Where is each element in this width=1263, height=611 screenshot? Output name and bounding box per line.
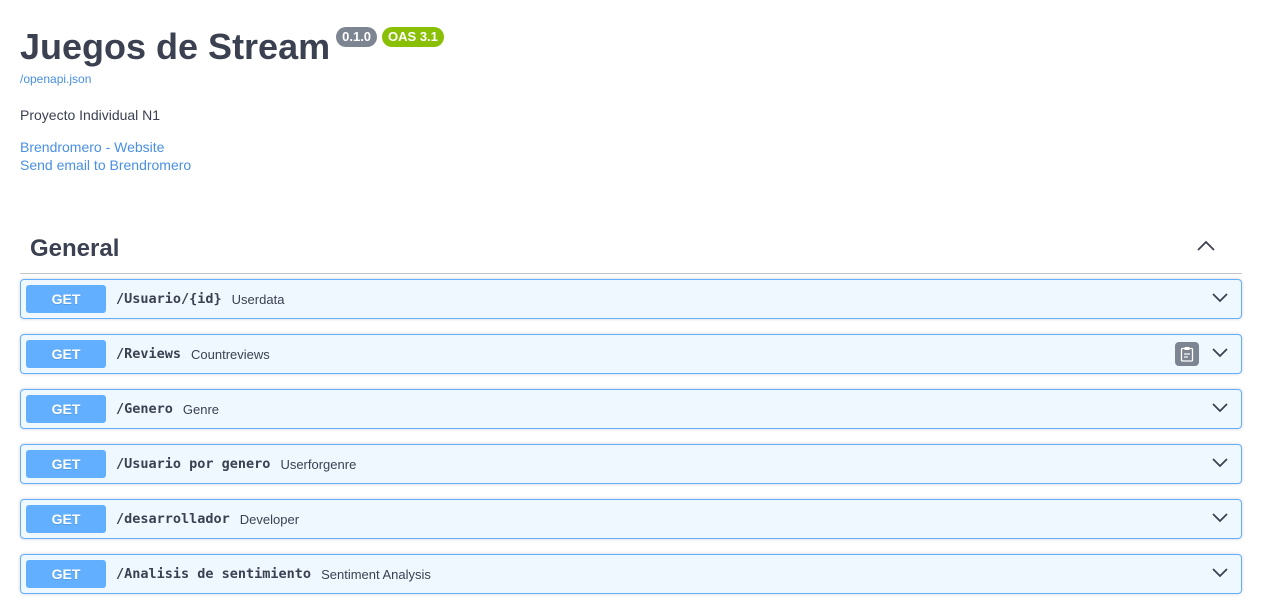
swagger-ui-page: Juegos de Stream 0.1.0 OAS 3.1 /openapi.… <box>0 0 1263 611</box>
api-title: Juegos de Stream <box>20 26 331 67</box>
method-badge: GET <box>26 285 106 313</box>
copy-to-clipboard-button[interactable] <box>1175 342 1199 366</box>
chevron-down-icon[interactable] <box>1211 290 1229 304</box>
operation-path: /Genero <box>116 401 173 417</box>
operation-summary: Developer <box>239 511 300 527</box>
version-badge: 0.1.0 <box>336 27 378 47</box>
method-badge: GET <box>26 340 106 368</box>
operation-get-genero[interactable]: GET /Genero Genre <box>20 389 1242 429</box>
oas-badge: OAS 3.1 <box>382 27 444 47</box>
operation-get-reviews[interactable]: GET /Reviews Countreviews <box>20 334 1242 374</box>
operation-summary: Sentiment Analysis <box>321 566 431 582</box>
clipboard-icon <box>1180 347 1194 362</box>
api-title-row: Juegos de Stream 0.1.0 OAS 3.1 <box>20 26 444 68</box>
section-header-general[interactable]: General <box>20 226 1242 274</box>
chevron-down-icon[interactable] <box>1211 400 1229 414</box>
operation-get-usuario-id[interactable]: GET /Usuario/{id} Userdata <box>20 279 1242 319</box>
operation-path: /Reviews <box>116 346 182 362</box>
method-badge: GET <box>26 450 106 478</box>
contact-links: Brendromero - Website Send email to Bren… <box>20 138 191 174</box>
operation-summary: Countreviews <box>191 346 270 362</box>
chevron-up-icon[interactable] <box>1196 238 1216 254</box>
operation-get-usuario-por-genero[interactable]: GET /Usuario por genero Userforgenre <box>20 444 1242 484</box>
api-description: Proyecto Individual N1 <box>20 107 161 123</box>
operation-summary: Genre <box>182 401 220 417</box>
method-badge: GET <box>26 395 106 423</box>
operation-summary: Userforgenre <box>280 456 357 472</box>
chevron-down-icon[interactable] <box>1211 345 1229 359</box>
operation-path: /Usuario por genero <box>116 456 271 472</box>
openapi-json-link[interactable]: /openapi.json <box>20 72 91 86</box>
operation-get-analisis-de-sentimiento[interactable]: GET /Analisis de sentimiento Sentiment A… <box>20 554 1242 594</box>
operation-summary: Userdata <box>231 291 285 307</box>
email-link[interactable]: Send email to Brendromero <box>20 156 191 174</box>
operation-get-desarrollador[interactable]: GET /desarrollador Developer <box>20 499 1242 539</box>
method-badge: GET <box>26 560 106 588</box>
chevron-down-icon[interactable] <box>1211 565 1229 579</box>
section-title: General <box>30 235 120 262</box>
website-link[interactable]: Brendromero - Website <box>20 138 191 156</box>
operation-path: /desarrollador <box>116 511 230 527</box>
operation-path: /Usuario/{id} <box>116 291 222 307</box>
method-badge: GET <box>26 505 106 533</box>
chevron-down-icon[interactable] <box>1211 455 1229 469</box>
operations-list: GET /Usuario/{id} Userdata GET /Reviews … <box>20 279 1242 609</box>
chevron-down-icon[interactable] <box>1211 510 1229 524</box>
operation-path: /Analisis de sentimiento <box>116 566 312 582</box>
